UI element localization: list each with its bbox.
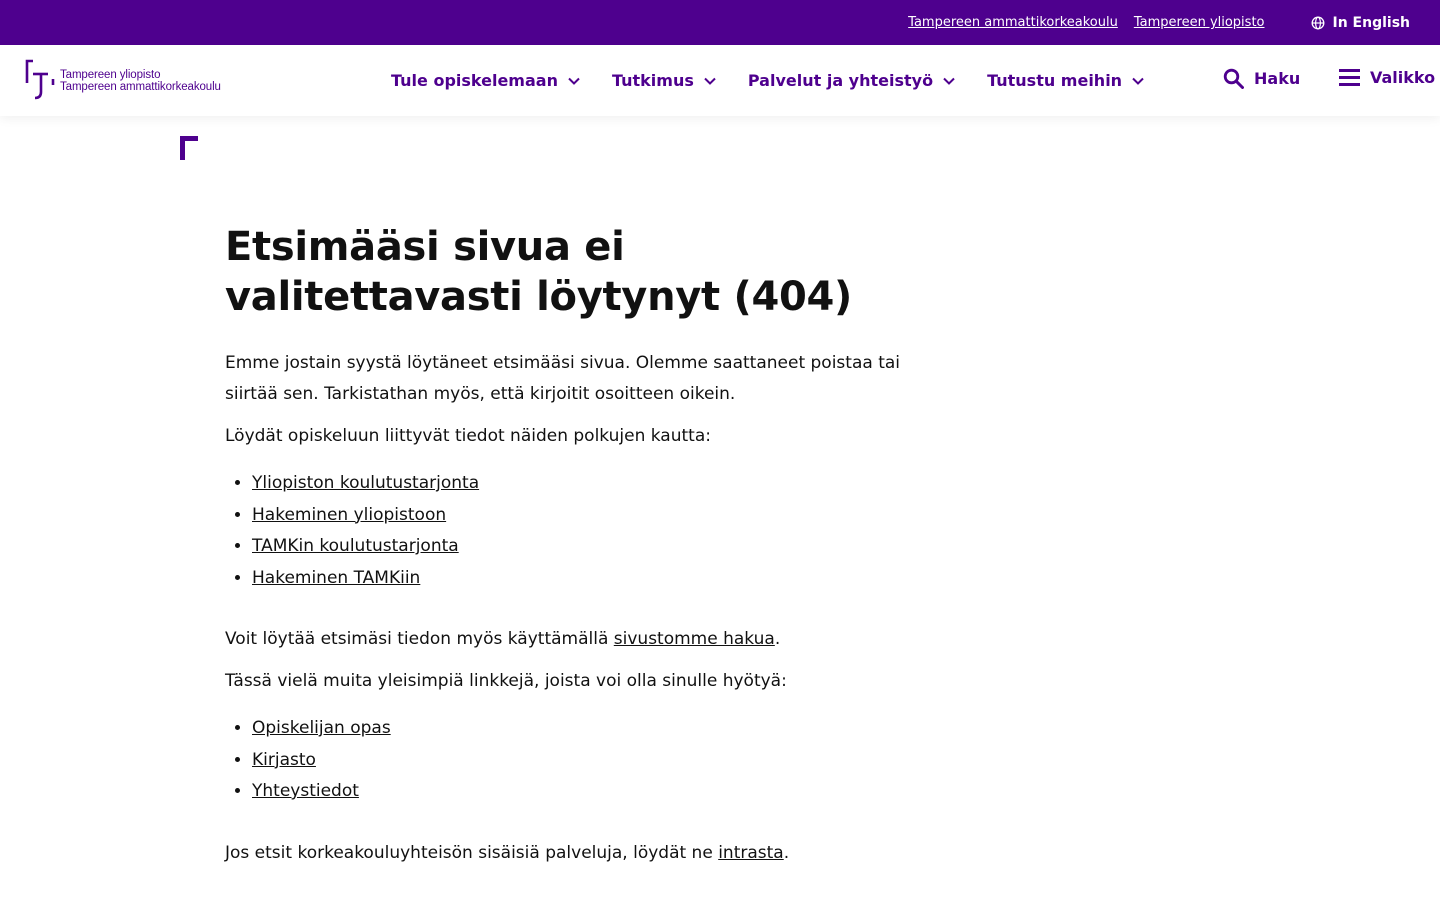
list-item: Hakeminen yliopistoon	[252, 500, 925, 532]
language-switch[interactable]: In English	[1311, 14, 1411, 31]
intra-text-before: Jos etsit korkeakouluyhteisön sisäisiä p…	[225, 842, 719, 863]
chevron-down-icon	[568, 77, 580, 85]
link-tuni[interactable]: Tampereen yliopisto	[1134, 15, 1265, 30]
nav-item-label: Tule opiskelemaan	[391, 71, 558, 90]
logo-mark-icon	[25, 59, 55, 100]
corner-decoration	[180, 136, 198, 160]
link-intra[interactable]: intrasta	[718, 843, 784, 863]
site-logo[interactable]: Tampereen yliopisto Tampereen ammattikor…	[24, 59, 221, 101]
main-content: Etsimääsi sivua ei valitettavasti löytyn…	[225, 222, 925, 869]
nav-item-label: Tutkimus	[611, 71, 694, 90]
link-hakeminen-yliopistoon[interactable]: Hakeminen yliopistoon	[252, 505, 446, 525]
logo-line-2: Tampereen ammattikorkeakoulu	[60, 81, 221, 93]
search-button[interactable]: Haku	[1223, 68, 1300, 89]
menu-label: Valikko	[1370, 68, 1436, 87]
logo-line-1: Tampereen yliopisto	[60, 69, 161, 81]
link-yhteystiedot[interactable]: Yhteystiedot	[252, 781, 359, 801]
hamburger-icon	[1339, 69, 1360, 86]
other-links-list: Opiskelijan opas Kirjasto Yhteystiedot	[225, 713, 925, 808]
search-hint-text: Voit löytää etsimäsi tiedon myös käyttäm…	[225, 624, 925, 655]
nav-item-palvelut[interactable]: Palvelut ja yhteistyö	[748, 71, 955, 90]
link-kirjasto[interactable]: Kirjasto	[252, 750, 316, 770]
link-tamk[interactable]: Tampereen ammattikorkeakoulu	[908, 15, 1118, 30]
nav-item-label: Tutustu meihin	[987, 71, 1123, 90]
list-item: Kirjasto	[252, 745, 925, 777]
menu-button[interactable]: Valikko	[1339, 68, 1435, 87]
chevron-down-icon	[704, 77, 716, 85]
study-paths-list: Yliopiston koulutustarjonta Hakeminen yl…	[225, 468, 925, 594]
language-label: In English	[1332, 14, 1411, 31]
list-item: Yliopiston koulutustarjonta	[252, 468, 925, 500]
link-opiskelijan-opas[interactable]: Opiskelijan opas	[252, 718, 391, 738]
nav-item-tutustu-meihin[interactable]: Tutustu meihin	[987, 71, 1144, 90]
list-item: TAMKin koulutustarjonta	[252, 531, 925, 563]
nav-item-tule-opiskelemaan[interactable]: Tule opiskelemaan	[391, 71, 580, 90]
search-label: Haku	[1254, 69, 1301, 88]
globe-icon	[1311, 16, 1324, 29]
other-links-intro: Tässä vielä muita yleisimpiä linkkejä, j…	[225, 671, 787, 691]
paths-intro-text: Löydät opiskeluun liittyvät tiedot näide…	[225, 426, 711, 446]
link-hakeminen-tamkiin[interactable]: Hakeminen TAMKiin	[252, 568, 420, 588]
nav-item-tutkimus[interactable]: Tutkimus	[612, 71, 716, 90]
link-site-search[interactable]: sivustomme hakua	[614, 629, 775, 649]
chevron-down-icon	[1132, 77, 1144, 85]
site-header: Tampereen yliopisto Tampereen ammattikor…	[0, 45, 1440, 116]
link-tamkin-koulutustarjonta[interactable]: TAMKin koulutustarjonta	[252, 536, 459, 556]
search-hint-before: Voit löytää etsimäsi tiedon myös käyttäm…	[225, 629, 614, 649]
list-item: Yhteystiedot	[252, 776, 925, 808]
link-yliopiston-koulutustarjonta[interactable]: Yliopiston koulutustarjonta	[252, 473, 479, 493]
nav-item-label: Palvelut ja yhteistyö	[747, 71, 934, 90]
intro-text: Emme jostain syystä löytäneet etsimääsi …	[225, 353, 900, 404]
list-item: Hakeminen TAMKiin	[252, 563, 925, 595]
search-icon	[1223, 68, 1244, 89]
intra-text-after: .	[783, 842, 790, 863]
page-title: Etsimääsi sivua ei valitettavasti löytyn…	[225, 224, 853, 320]
main-navigation: Tule opiskelemaan Tutkimus Palvelut ja y…	[391, 45, 1176, 116]
list-item: Opiskelijan opas	[252, 713, 925, 745]
chevron-down-icon	[943, 77, 955, 85]
intra-text: Jos etsit korkeakouluyhteisön sisäisiä p…	[225, 838, 925, 869]
logo-text: Tampereen yliopisto Tampereen ammattikor…	[60, 69, 221, 93]
top-utility-bar: Tampereen ammattikorkeakoulu Tampereen y…	[0, 0, 1440, 45]
search-hint-after: .	[774, 629, 781, 649]
